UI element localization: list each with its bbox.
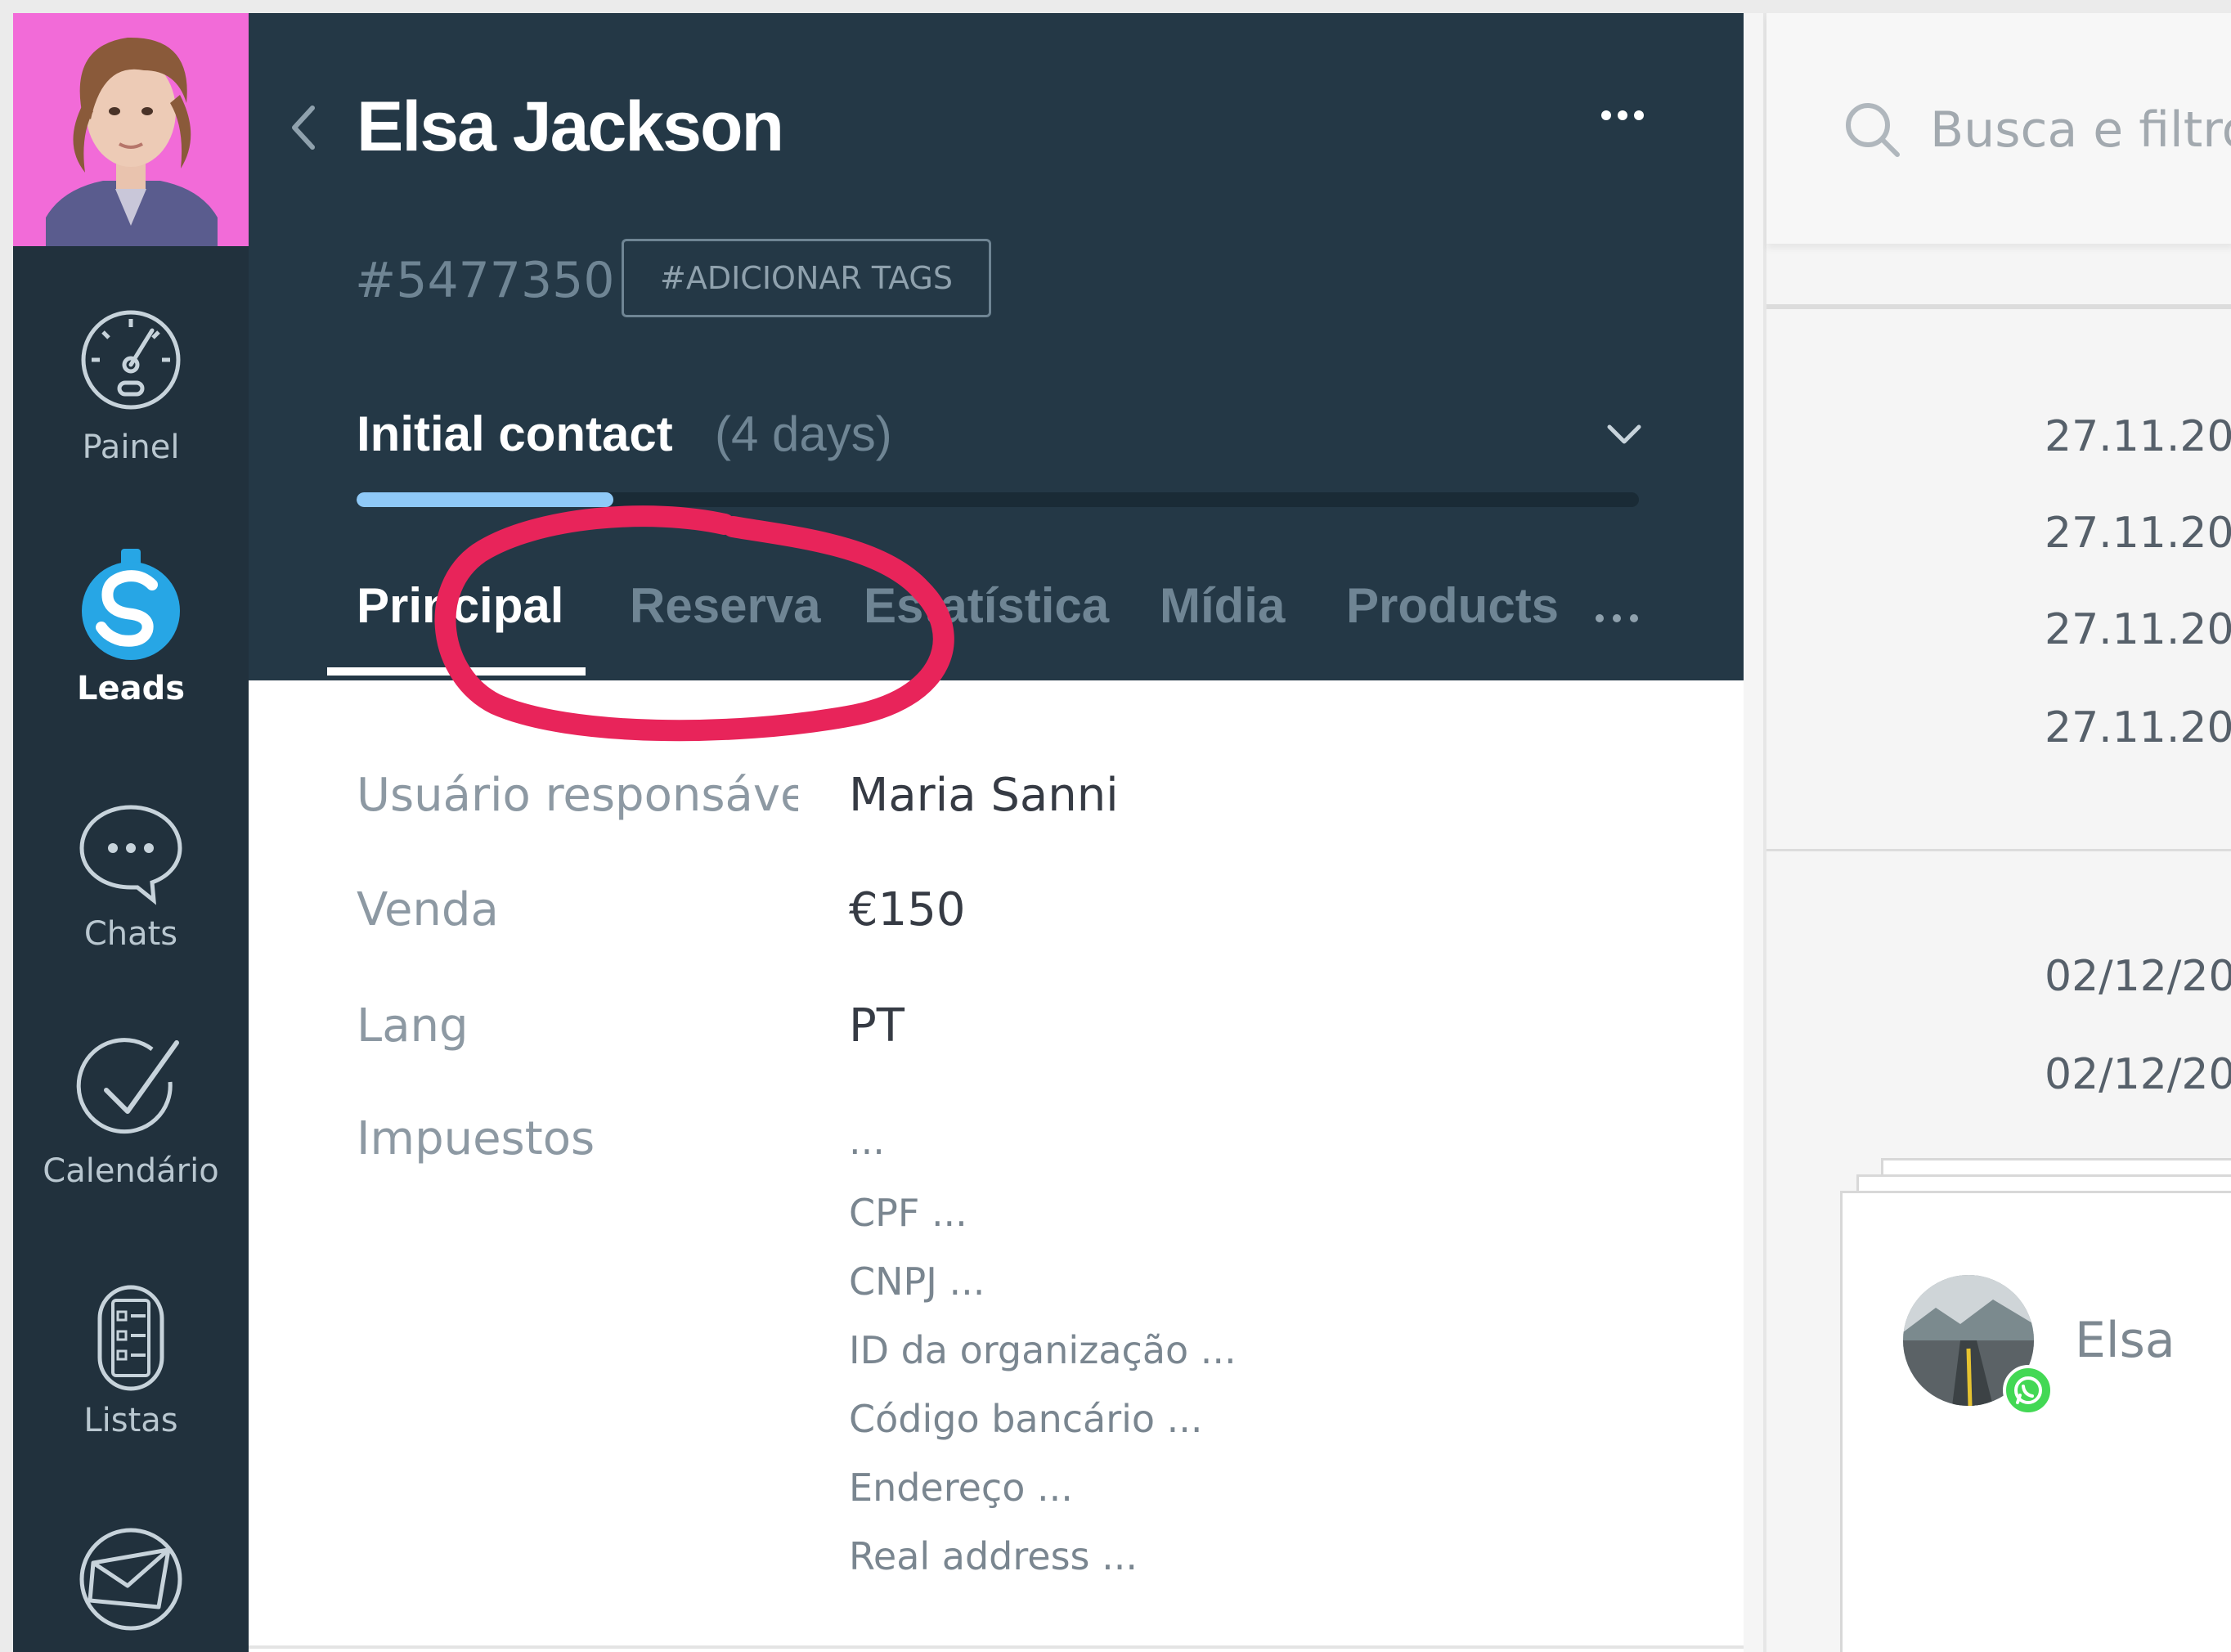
feed-date: 02/12/2023 — [2045, 952, 2231, 1001]
subfield-address[interactable]: Endereço ... — [849, 1466, 1073, 1510]
subfield-org-id[interactable]: ID da organização ... — [849, 1328, 1237, 1372]
feed-date: 02/12/2023 — [2045, 1050, 2231, 1099]
field-label-responsible-user: Usuário responsável — [357, 769, 798, 822]
tab-midia[interactable]: Mídia — [1160, 577, 1285, 634]
feed-date: 27.11.2023 — [2045, 605, 2231, 654]
subfield-cpf[interactable]: CPF ... — [849, 1191, 967, 1235]
leads-logo-icon — [82, 549, 180, 660]
chat-message-card[interactable]: Elsa — [1840, 1191, 2231, 1652]
stage-progress-bar — [357, 492, 1639, 507]
lead-name[interactable]: Elsa Jackson — [357, 87, 784, 168]
nav-label-calendario: Calendário — [43, 1152, 219, 1190]
list-icon — [97, 1285, 164, 1391]
mail-icon — [79, 1528, 182, 1631]
user-avatar[interactable] — [13, 13, 249, 246]
field-label-impuestos: Impuestos — [357, 1112, 595, 1165]
field-value-responsible-user[interactable]: Maria Sanni — [849, 769, 1119, 822]
message-author[interactable]: Elsa — [2075, 1312, 2175, 1369]
subfield-real-address[interactable]: Real address ... — [849, 1534, 1138, 1578]
lead-id: #5477350 — [355, 252, 615, 309]
tab-reserva[interactable]: Reserva — [630, 577, 821, 634]
field-value-lang[interactable]: PT — [849, 999, 905, 1053]
nav-label-chats: Chats — [83, 915, 178, 953]
tab-estatistica[interactable]: Estatística — [864, 577, 1109, 634]
search-icon — [1846, 103, 1900, 157]
nav-label-painel: Painel — [82, 429, 180, 466]
whatsapp-icon — [2003, 1365, 2054, 1416]
field-value-venda[interactable]: €150 — [849, 883, 966, 936]
feed-date: 27.11.2023 — [2045, 412, 2231, 461]
nav-item-painel[interactable]: Painel — [13, 308, 249, 466]
subfield-bank-code[interactable]: Código bancário ... — [849, 1397, 1203, 1441]
feed-date: 27.11.2023 — [2045, 703, 2231, 752]
tab-principal[interactable]: Principal — [357, 577, 563, 634]
app-window: Painel Leads Chats Calendário Listas Els… — [13, 13, 2231, 1652]
nav-item-leads[interactable]: Leads — [13, 549, 249, 707]
nav-item-calendario[interactable]: Calendário — [13, 1031, 249, 1190]
back-chevron-icon[interactable] — [288, 103, 321, 152]
feed-panel: Busca e filtro 27.11.2023 27.11.2023 27.… — [1763, 13, 2231, 1652]
nav-label-leads: Leads — [76, 670, 186, 707]
field-label-lang: Lang — [357, 999, 469, 1053]
field-label-venda: Venda — [357, 883, 499, 936]
nav-item-listas[interactable]: Listas — [13, 1281, 249, 1439]
subfield-cnpj[interactable]: CNPJ ... — [849, 1259, 985, 1304]
field-value-impuestos[interactable]: ... — [849, 1119, 885, 1163]
user-photo — [13, 13, 249, 246]
nav-label-listas: Listas — [83, 1402, 178, 1439]
panel-divider — [249, 1645, 1744, 1649]
feed-date: 27.11.2023 — [2045, 509, 2231, 558]
chat-bubble-icon — [79, 805, 182, 905]
more-tabs-icon[interactable] — [1588, 606, 1645, 631]
calendar-check-icon — [76, 1038, 179, 1134]
more-options-icon[interactable] — [1590, 99, 1655, 132]
active-tab-indicator — [327, 667, 586, 676]
search-bar[interactable]: Busca e filtro — [1766, 13, 2231, 244]
nav-item-chats[interactable]: Chats — [13, 794, 249, 953]
add-tags-button[interactable]: #ADICIONAR TAGS — [622, 239, 991, 317]
dashboard-gauge-icon — [81, 310, 181, 410]
stage-duration: (4 days) — [715, 406, 892, 461]
nav-item-mail[interactable] — [13, 1522, 249, 1643]
search-input[interactable]: Busca e filtro — [1930, 101, 2231, 159]
chevron-down-icon[interactable] — [1606, 422, 1642, 447]
left-navigation: Painel Leads Chats Calendário Listas — [13, 13, 249, 1652]
feed-separator — [1766, 849, 2231, 851]
lead-fields-panel: Usuário responsável Maria Sanni Venda €1… — [249, 680, 1744, 1652]
pipeline-stage[interactable]: Initial contact — [357, 406, 673, 462]
lead-card-header: Elsa Jackson #5477350 #ADICIONAR TAGS In… — [249, 13, 1744, 680]
feed-separator — [1766, 304, 2231, 309]
tab-products[interactable]: Products — [1346, 577, 1559, 634]
stage-progress-fill — [357, 492, 613, 507]
